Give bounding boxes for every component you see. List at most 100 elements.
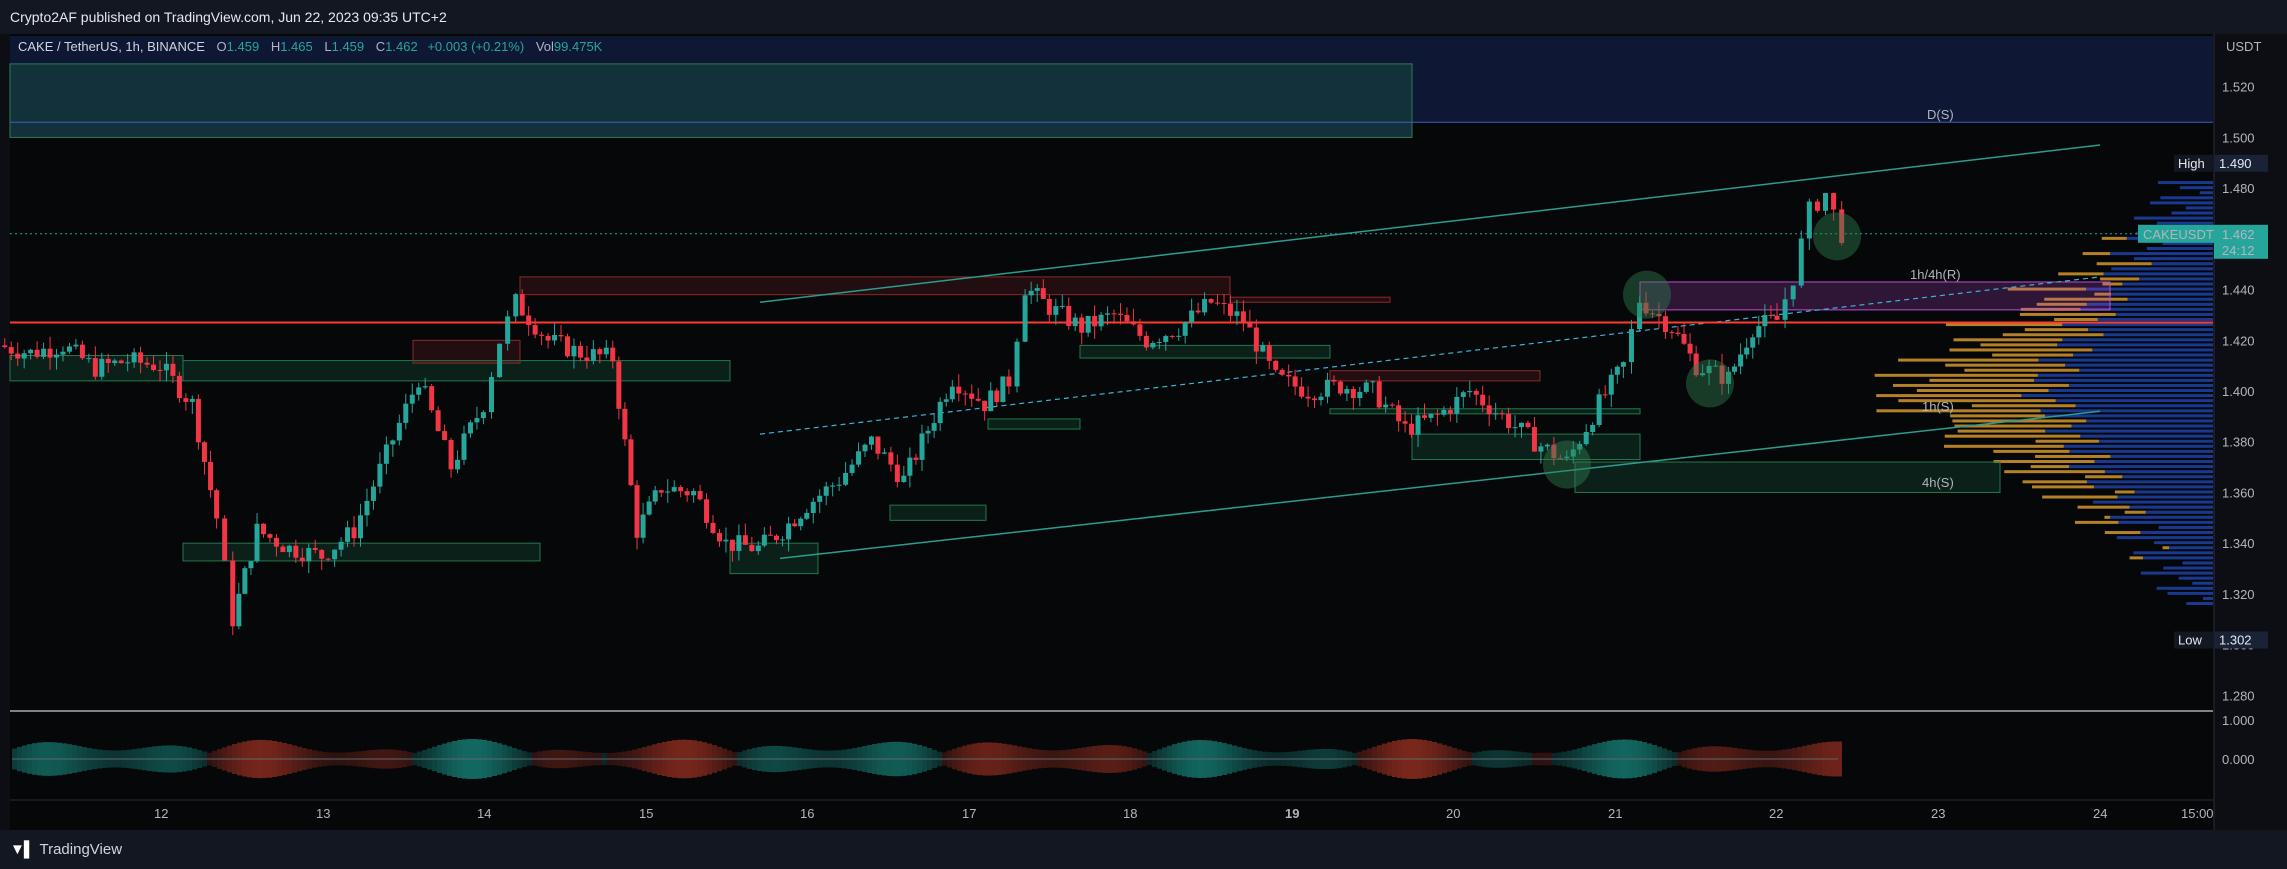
candle-body — [332, 549, 338, 560]
low-tag-label: Low — [2178, 633, 2202, 648]
candle-body — [1253, 327, 1259, 352]
symbol-legend[interactable]: CAKE / TetherUS, 1h, BINANCE O1.459 H1.4… — [18, 39, 602, 54]
candle-body — [248, 561, 254, 569]
candle-body — [792, 523, 798, 527]
candle-body — [325, 558, 331, 560]
price-scale-bg — [2214, 34, 2287, 830]
candle-body — [1350, 389, 1356, 399]
candle-body — [736, 535, 742, 551]
volume-profile-bar — [2086, 419, 2213, 423]
volume-profile-bar — [2065, 363, 2213, 367]
volume-profile-bar — [2104, 531, 2141, 535]
candle-body — [1441, 409, 1447, 415]
candle-body — [875, 436, 881, 454]
chart-canvas[interactable]: D(S) 1h/4h(R) 1h(S) 4h(S) USDT 1.520 1.500 1.48… — [0, 0, 2287, 869]
candle-body — [804, 512, 810, 519]
candle-body — [1768, 314, 1774, 316]
candle-body — [1105, 313, 1111, 315]
time-tick-label: 15 — [639, 806, 653, 821]
candle-body — [1370, 381, 1376, 383]
volume-profile-bar — [2162, 546, 2170, 550]
candle-body — [1756, 326, 1762, 338]
candle-body — [358, 515, 364, 539]
volume-profile-bar — [2167, 591, 2213, 595]
time-tick-label: 19 — [1285, 806, 1299, 821]
candle-body — [1221, 303, 1227, 305]
candle-body — [474, 418, 480, 423]
candle-body — [1473, 390, 1479, 395]
candle-body — [1273, 360, 1279, 370]
symbol-name[interactable]: CAKE / TetherUS, 1h, BINANCE — [18, 39, 205, 54]
candle-body — [293, 545, 299, 558]
volume-profile-bar — [2088, 328, 2213, 332]
candle-body — [780, 539, 786, 541]
time-tick-label: 13 — [316, 806, 330, 821]
volume-profile-bar — [1944, 434, 2081, 438]
candle-body — [34, 349, 40, 357]
order-block-zone — [987, 418, 1081, 430]
volume-profile-bar — [2069, 449, 2213, 453]
volume-profile-bar — [2037, 373, 2213, 377]
close-value: 1.462 — [385, 39, 418, 54]
candle-body — [1337, 381, 1343, 394]
volume-profile-bar — [1980, 343, 2058, 347]
volume-profile-bar — [2074, 520, 2119, 524]
candle-body — [1202, 299, 1208, 313]
candle-body — [442, 431, 448, 441]
candle-body — [273, 537, 279, 547]
candle-body — [1137, 324, 1143, 336]
volume-profile-bar — [2140, 571, 2213, 575]
price-tick-label: 1.380 — [2222, 435, 2255, 450]
candle-body — [306, 547, 312, 562]
candle-body — [66, 346, 72, 352]
low-tag: Low 1.302 — [2174, 631, 2268, 649]
candle-body — [1079, 317, 1085, 333]
candle-body — [671, 487, 677, 492]
tradingview-brand[interactable]: ▼▌ TradingView — [10, 841, 122, 858]
volume-profile-bar — [2077, 505, 2130, 509]
candle-body — [1486, 405, 1492, 415]
candle-body — [1538, 446, 1544, 452]
volume-profile-bar — [2058, 272, 2104, 276]
volume-profile-bar — [2030, 465, 2070, 469]
volume-profile-bar — [2103, 333, 2213, 337]
volume-profile-bar — [2160, 196, 2213, 200]
candle-body — [1299, 386, 1305, 397]
candle-body — [1169, 335, 1175, 337]
candle-body — [646, 501, 652, 515]
candle-body — [1266, 345, 1272, 361]
candle-body — [1434, 413, 1440, 415]
volume-profile-bar — [2142, 556, 2213, 560]
open-value: 1.459 — [226, 39, 260, 54]
candle-body — [480, 412, 486, 419]
volume-profile-bar — [2154, 541, 2213, 545]
volume-profile-bar — [2062, 338, 2213, 342]
candle-body — [345, 527, 351, 542]
volume-profile-bar — [2169, 546, 2213, 550]
candle-body — [907, 457, 913, 476]
candle-body — [584, 357, 590, 361]
candle-body — [1681, 333, 1687, 344]
volume-profile-bar — [2122, 282, 2213, 286]
volume-profile-bar — [2134, 490, 2213, 494]
candle-body — [931, 423, 937, 431]
volume-profile-bar — [1971, 404, 2076, 408]
candle-body — [1732, 366, 1738, 372]
volume-profile-bar — [2042, 495, 2118, 499]
volume-profile-bar — [1964, 368, 2080, 372]
candle-body — [1608, 374, 1614, 395]
candle-body — [868, 436, 874, 445]
volume-profile-bar — [2055, 399, 2213, 403]
candle-body — [1421, 415, 1427, 418]
candle-body — [92, 358, 98, 377]
volume-profile-bar — [2171, 211, 2213, 215]
volume-profile-bar — [2192, 581, 2213, 585]
candle-body — [396, 422, 402, 441]
candle-body — [843, 472, 849, 485]
candle-body — [409, 394, 415, 404]
volume-profile-bar — [1993, 449, 2070, 453]
order-block-zone — [1329, 408, 1641, 415]
candle-body — [105, 358, 111, 364]
candle-body — [1215, 302, 1221, 304]
time-tick-label: 20 — [1446, 806, 1460, 821]
